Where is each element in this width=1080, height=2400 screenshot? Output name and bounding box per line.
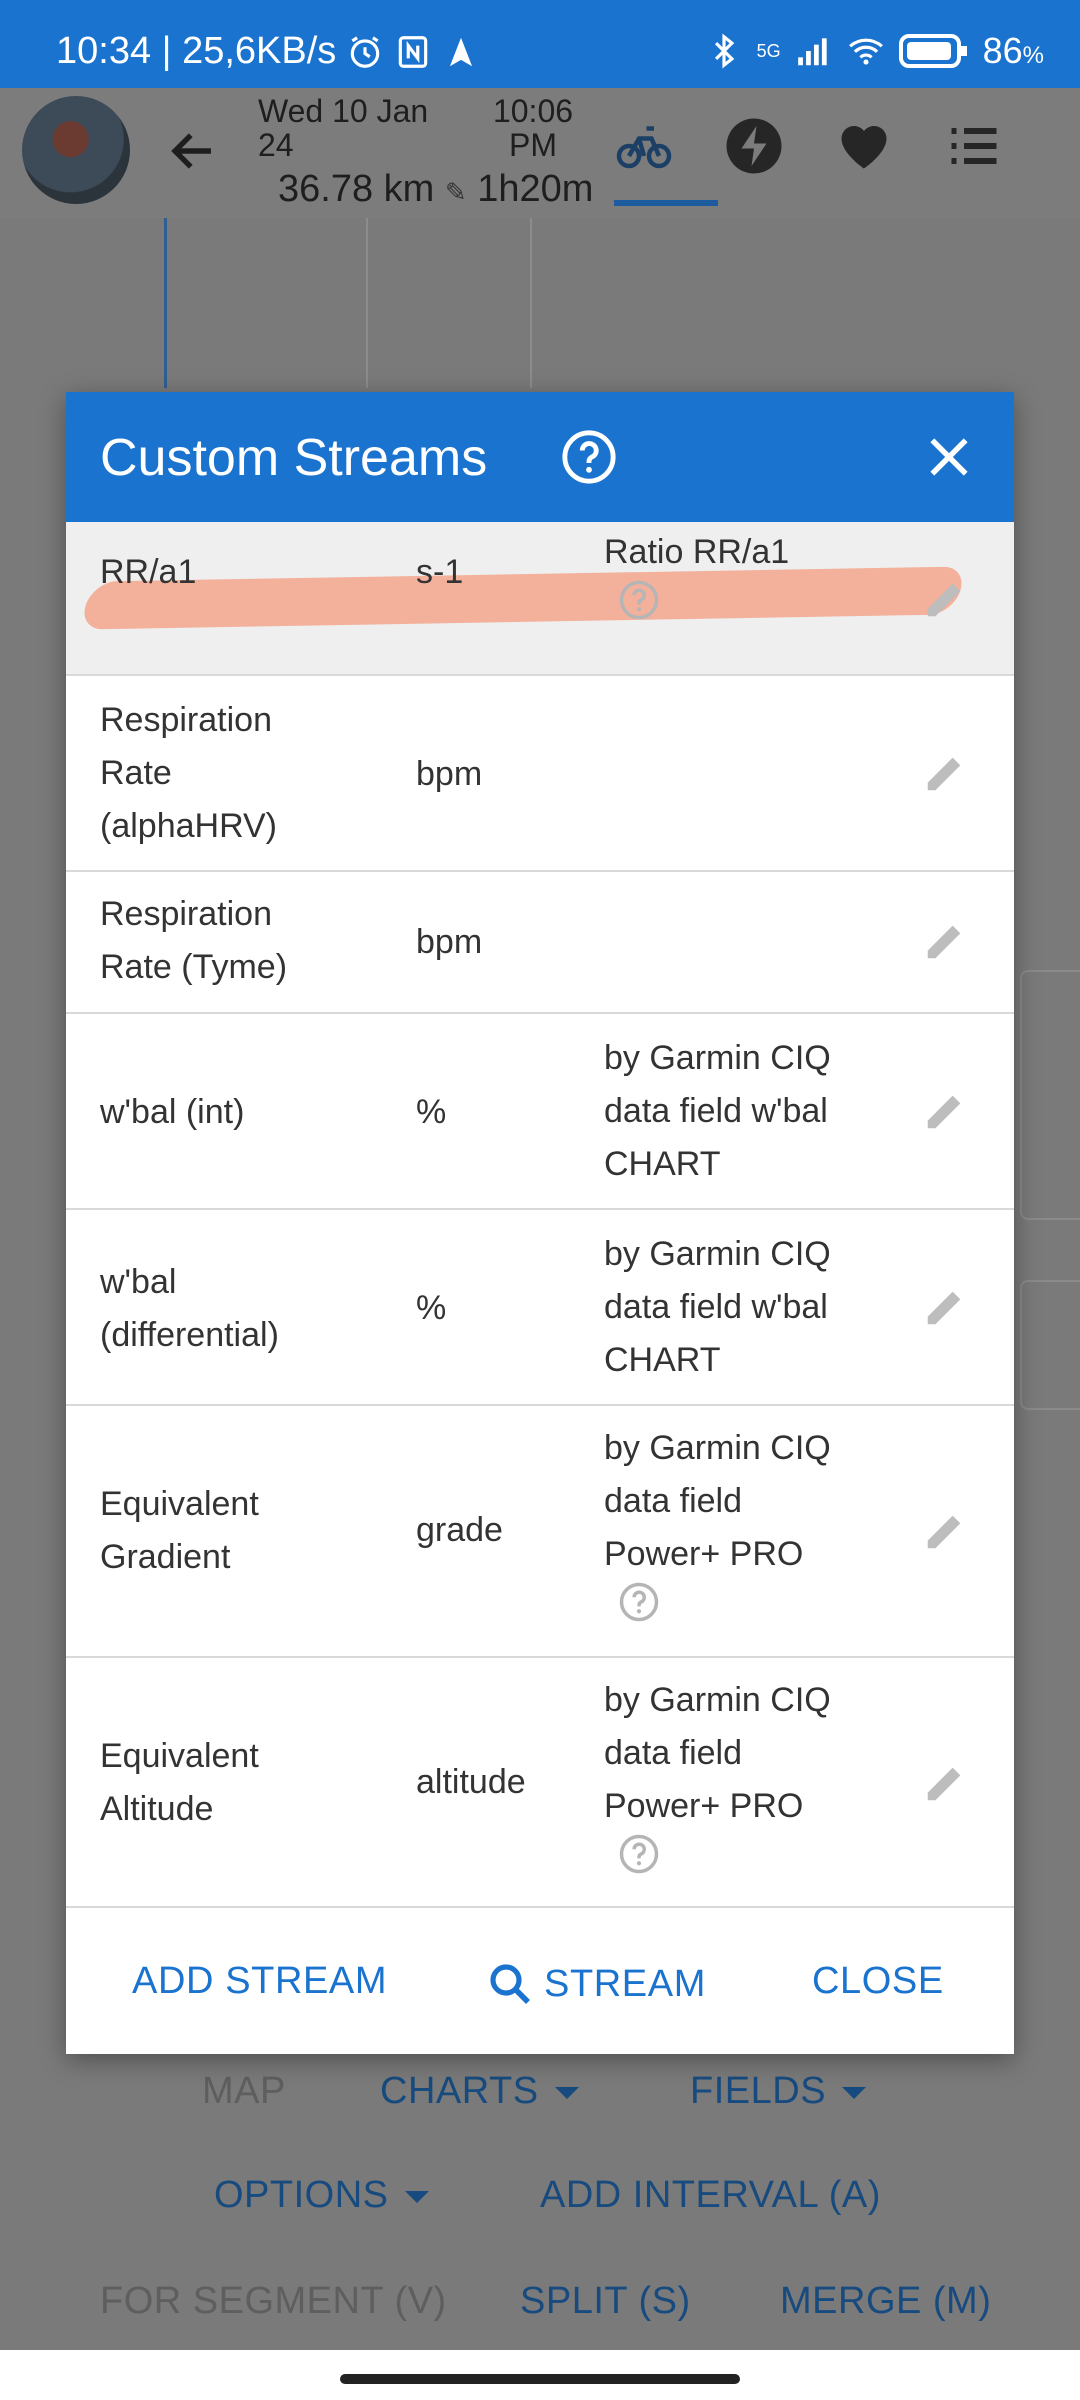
stream-description: by Garmin CIQ data field Power+ PRO: [604, 1674, 854, 1875]
stream-row[interactable]: w'bal (int) % by Garmin CIQ data field w…: [66, 1014, 1014, 1210]
header-tabs: [614, 116, 1004, 176]
alarm-icon: [351, 35, 380, 68]
search-stream-label: STREAM: [544, 1962, 706, 2005]
split-button[interactable]: SPLIT (S): [520, 2280, 691, 2323]
stream-description: by Garmin CIQ data field Power+ PRO: [604, 1422, 854, 1623]
dialog-title: Custom Streams: [100, 429, 488, 487]
edit-pencil-icon[interactable]: [922, 1088, 968, 1134]
status-right: 5G 86%: [705, 30, 1044, 72]
heart-icon[interactable]: [834, 116, 894, 176]
chart-gridline: [530, 218, 532, 388]
power-icon[interactable]: [724, 116, 784, 176]
options-button[interactable]: OPTIONS: [214, 2174, 429, 2217]
stream-row[interactable]: Equivalent Altitude altitude by Garmin C…: [66, 1658, 1014, 1908]
navigation-icon: [450, 37, 473, 66]
map-button[interactable]: MAP: [202, 2070, 286, 2113]
bike-icon[interactable]: [614, 116, 674, 176]
battery-level: 86%: [982, 30, 1044, 71]
back-arrow-icon[interactable]: [166, 124, 220, 178]
app-header: Wed 10 Jan 24 10:06 PM 36.78 km ✎ 1h20m: [0, 88, 1080, 218]
stream-unit: grade: [416, 1511, 503, 1549]
dropdown-caret-icon: [404, 2190, 429, 2203]
edit-pencil-icon[interactable]: [922, 576, 968, 622]
stream-description: Ratio RR/a1: [604, 526, 864, 621]
stream-unit: %: [416, 1093, 447, 1131]
activity-duration: 1h20m: [477, 168, 594, 210]
nfc-icon: [399, 35, 428, 68]
stream-description: by Garmin CIQ data field w'bal CHART: [604, 1039, 831, 1183]
stream-unit: altitude: [416, 1763, 526, 1801]
wifi-icon: [848, 38, 883, 65]
background-card: [1020, 1280, 1080, 1410]
stream-name: Respiration Rate (Tyme): [100, 895, 288, 986]
chart-gridline: [366, 218, 368, 388]
bluetooth-icon: [714, 33, 734, 69]
close-button[interactable]: CLOSE: [812, 1960, 944, 2003]
status-left: 10:34 | 25,6KB/s: [56, 30, 480, 73]
stream-name: Equivalent Altitude: [100, 1737, 259, 1828]
dialog-actions: ADD STREAM STREAM CLOSE: [66, 1910, 1014, 2054]
active-tab-indicator: [614, 200, 718, 206]
edit-pencil-icon[interactable]: [922, 1284, 968, 1330]
help-icon[interactable]: [618, 1833, 660, 1875]
stream-description: by Garmin CIQ data field w'bal CHART: [604, 1235, 831, 1379]
edit-pencil-icon[interactable]: [922, 1508, 968, 1554]
signal-icon: [797, 38, 827, 66]
charts-button[interactable]: CHARTS: [380, 2070, 579, 2113]
edit-pencil-icon[interactable]: [922, 918, 968, 964]
activity-time: 10:06 PM: [492, 93, 574, 163]
help-icon[interactable]: [560, 428, 618, 486]
stream-row[interactable]: Respiration Rate (alphaHRV) bpm: [66, 676, 1014, 872]
edit-pencil-icon[interactable]: [922, 1760, 968, 1806]
stream-unit: %: [416, 1289, 447, 1327]
home-gesture-bar[interactable]: [340, 2374, 740, 2384]
stream-name: w'bal (differential): [100, 1263, 279, 1354]
stream-name: RR/a1: [100, 553, 197, 591]
close-icon[interactable]: [924, 432, 974, 482]
help-icon[interactable]: [618, 1581, 660, 1623]
dialog-header: Custom Streams: [66, 392, 1014, 522]
streams-list: RR/a1 s-1 Ratio RR/a1 Respiration Rate (…: [66, 522, 1014, 1908]
activity-distance: 36.78 km: [278, 168, 435, 210]
activity-date: Wed 10 Jan 24: [258, 93, 429, 163]
battery-icon: [898, 34, 967, 68]
help-icon[interactable]: [618, 579, 660, 621]
for-segment-button[interactable]: FOR SEGMENT (V): [100, 2280, 447, 2323]
background-card: [1020, 970, 1080, 1220]
stream-name: w'bal (int): [100, 1093, 245, 1131]
dropdown-caret-icon: [554, 2086, 579, 2099]
stream-unit: s-1: [416, 553, 464, 591]
activity-stats: 36.78 km ✎ 1h20m: [278, 168, 593, 211]
dropdown-caret-icon: [842, 2086, 867, 2099]
list-icon[interactable]: [944, 116, 1004, 176]
fields-button[interactable]: FIELDS: [690, 2070, 867, 2113]
stream-row[interactable]: Equivalent Gradient grade by Garmin CIQ …: [66, 1406, 1014, 1658]
chart-line: [164, 218, 167, 388]
edit-pencil-icon[interactable]: [922, 750, 968, 796]
stream-unit: bpm: [416, 755, 483, 793]
avatar[interactable]: [22, 96, 130, 204]
search-icon: [490, 1964, 530, 2004]
status-time-speed: 10:34 | 25,6KB/s: [56, 30, 337, 72]
stream-row[interactable]: w'bal (differential) % by Garmin CIQ dat…: [66, 1210, 1014, 1406]
search-stream-button[interactable]: STREAM: [486, 1960, 706, 2008]
network-type: 5G: [756, 41, 781, 61]
status-bar: 10:34 | 25,6KB/s 5G 86%: [0, 0, 1080, 88]
stream-unit: bpm: [416, 923, 483, 961]
stream-name: Equivalent Gradient: [100, 1485, 259, 1576]
custom-streams-dialog: Custom Streams RR/a1 s-1 Ratio RR/a1 Res…: [66, 392, 1014, 2054]
stream-row[interactable]: RR/a1 s-1 Ratio RR/a1: [66, 522, 1014, 676]
add-interval-button[interactable]: ADD INTERVAL (A): [540, 2174, 881, 2217]
stream-row[interactable]: Respiration Rate (Tyme) bpm: [66, 872, 1014, 1014]
merge-button[interactable]: MERGE (M): [780, 2280, 991, 2323]
stream-name: Respiration Rate (alphaHRV): [100, 701, 278, 845]
edit-pencil-small-icon: ✎: [444, 177, 467, 207]
add-stream-button[interactable]: ADD STREAM: [132, 1960, 387, 2003]
